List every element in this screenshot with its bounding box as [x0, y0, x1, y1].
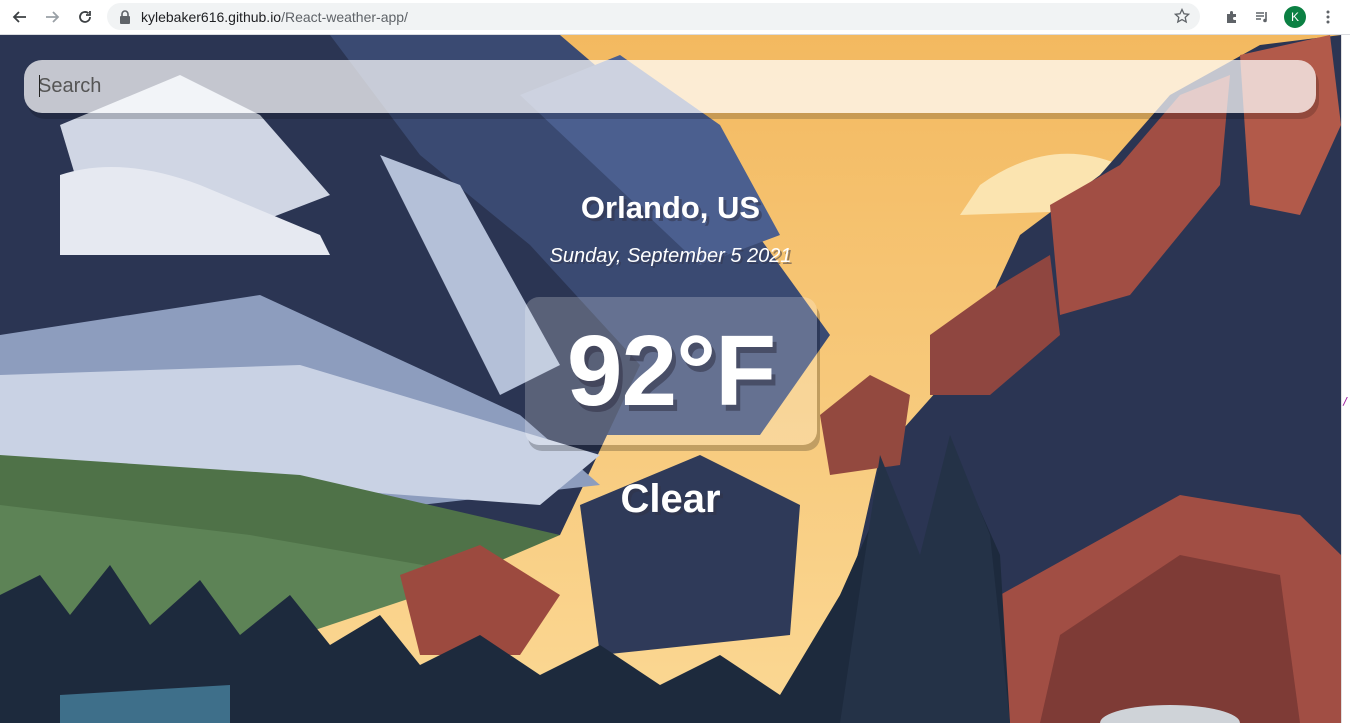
- forward-button[interactable]: [38, 3, 66, 31]
- url-host: kylebaker616.github.io: [141, 8, 282, 25]
- address-bar[interactable]: kylebaker616.github.io/React-weather-app…: [107, 3, 1200, 30]
- search-input[interactable]: [38, 75, 1316, 98]
- profile-avatar[interactable]: K: [1284, 6, 1306, 28]
- star-icon[interactable]: [1174, 8, 1190, 24]
- forward-icon: [46, 11, 60, 23]
- lock-icon: [120, 9, 130, 24]
- devtools-edge-glyph: /: [1342, 395, 1349, 408]
- location-title: Orlando, US: [580, 190, 761, 225]
- weather-app: Orlando, US Sunday, September 5 2021 92°…: [0, 35, 1341, 723]
- url-path: /React-weather-app/: [281, 8, 408, 25]
- temperature-value: 92°F: [566, 314, 776, 427]
- url-text: kylebaker616.github.io/React-weather-app…: [141, 9, 408, 25]
- media-icon[interactable]: [1254, 9, 1270, 25]
- temperature-card: 92°F: [525, 297, 817, 445]
- browser-toolbar: kylebaker616.github.io/React-weather-app…: [0, 0, 1350, 35]
- back-icon: [12, 11, 26, 23]
- reload-icon: [79, 11, 91, 23]
- more-icon[interactable]: [1320, 9, 1336, 25]
- text-caret: [39, 75, 40, 97]
- reload-button[interactable]: [71, 3, 99, 31]
- devtools-edge: [1341, 35, 1350, 723]
- back-button[interactable]: [6, 3, 34, 31]
- search-bar[interactable]: [24, 60, 1316, 113]
- date-text: Sunday, September 5 2021: [549, 245, 792, 267]
- toolbar-actions: K: [1224, 4, 1336, 30]
- weather-condition: Clear: [620, 477, 721, 521]
- extensions-icon[interactable]: [1224, 9, 1240, 25]
